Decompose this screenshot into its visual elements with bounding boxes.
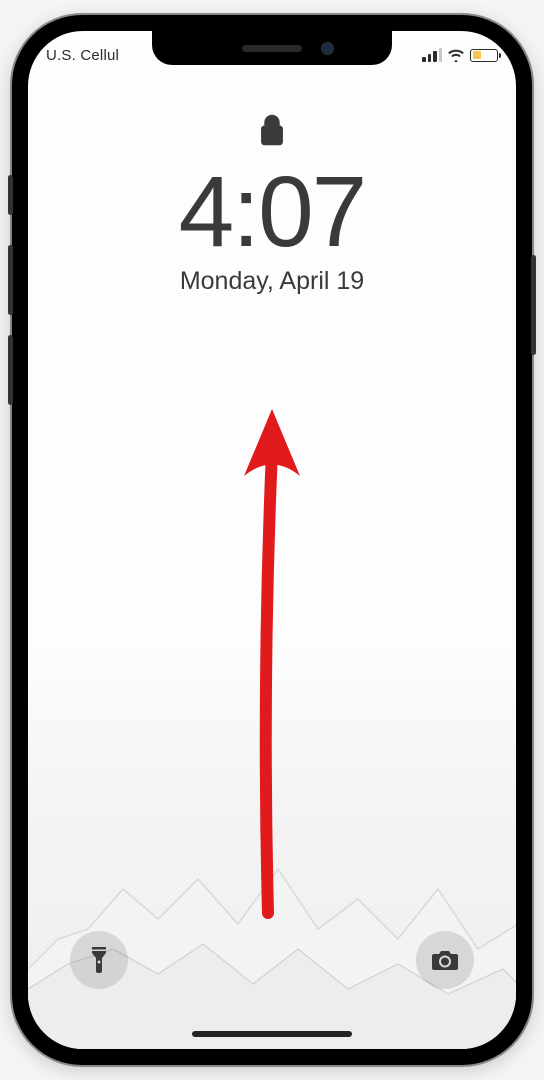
- carrier-label: U.S. Cellul: [46, 47, 119, 64]
- side-power-button[interactable]: [531, 255, 536, 355]
- cellular-signal-icon: [422, 48, 442, 62]
- battery-icon: [470, 49, 498, 62]
- lock-icon: [259, 113, 285, 147]
- wifi-icon: [447, 48, 465, 62]
- battery-fill: [473, 51, 481, 59]
- earpiece-speaker: [242, 45, 302, 52]
- lock-screen[interactable]: U.S. Cellul 4:07 Monday, A: [28, 31, 516, 1049]
- flashlight-button[interactable]: [70, 931, 128, 989]
- date-label: Monday, April 19: [28, 267, 516, 296]
- mute-switch[interactable]: [8, 175, 13, 215]
- notch: [152, 31, 392, 65]
- wallpaper-mountains: [28, 789, 516, 1049]
- clock-time: 4:07: [28, 160, 516, 265]
- camera-icon: [430, 948, 460, 972]
- camera-button[interactable]: [416, 931, 474, 989]
- status-right-cluster: [422, 48, 498, 62]
- iphone-device-frame: U.S. Cellul 4:07 Monday, A: [12, 15, 532, 1065]
- volume-down-button[interactable]: [8, 335, 13, 405]
- home-indicator[interactable]: [192, 1031, 352, 1037]
- front-camera: [321, 42, 334, 55]
- flashlight-icon: [88, 945, 110, 975]
- volume-up-button[interactable]: [8, 245, 13, 315]
